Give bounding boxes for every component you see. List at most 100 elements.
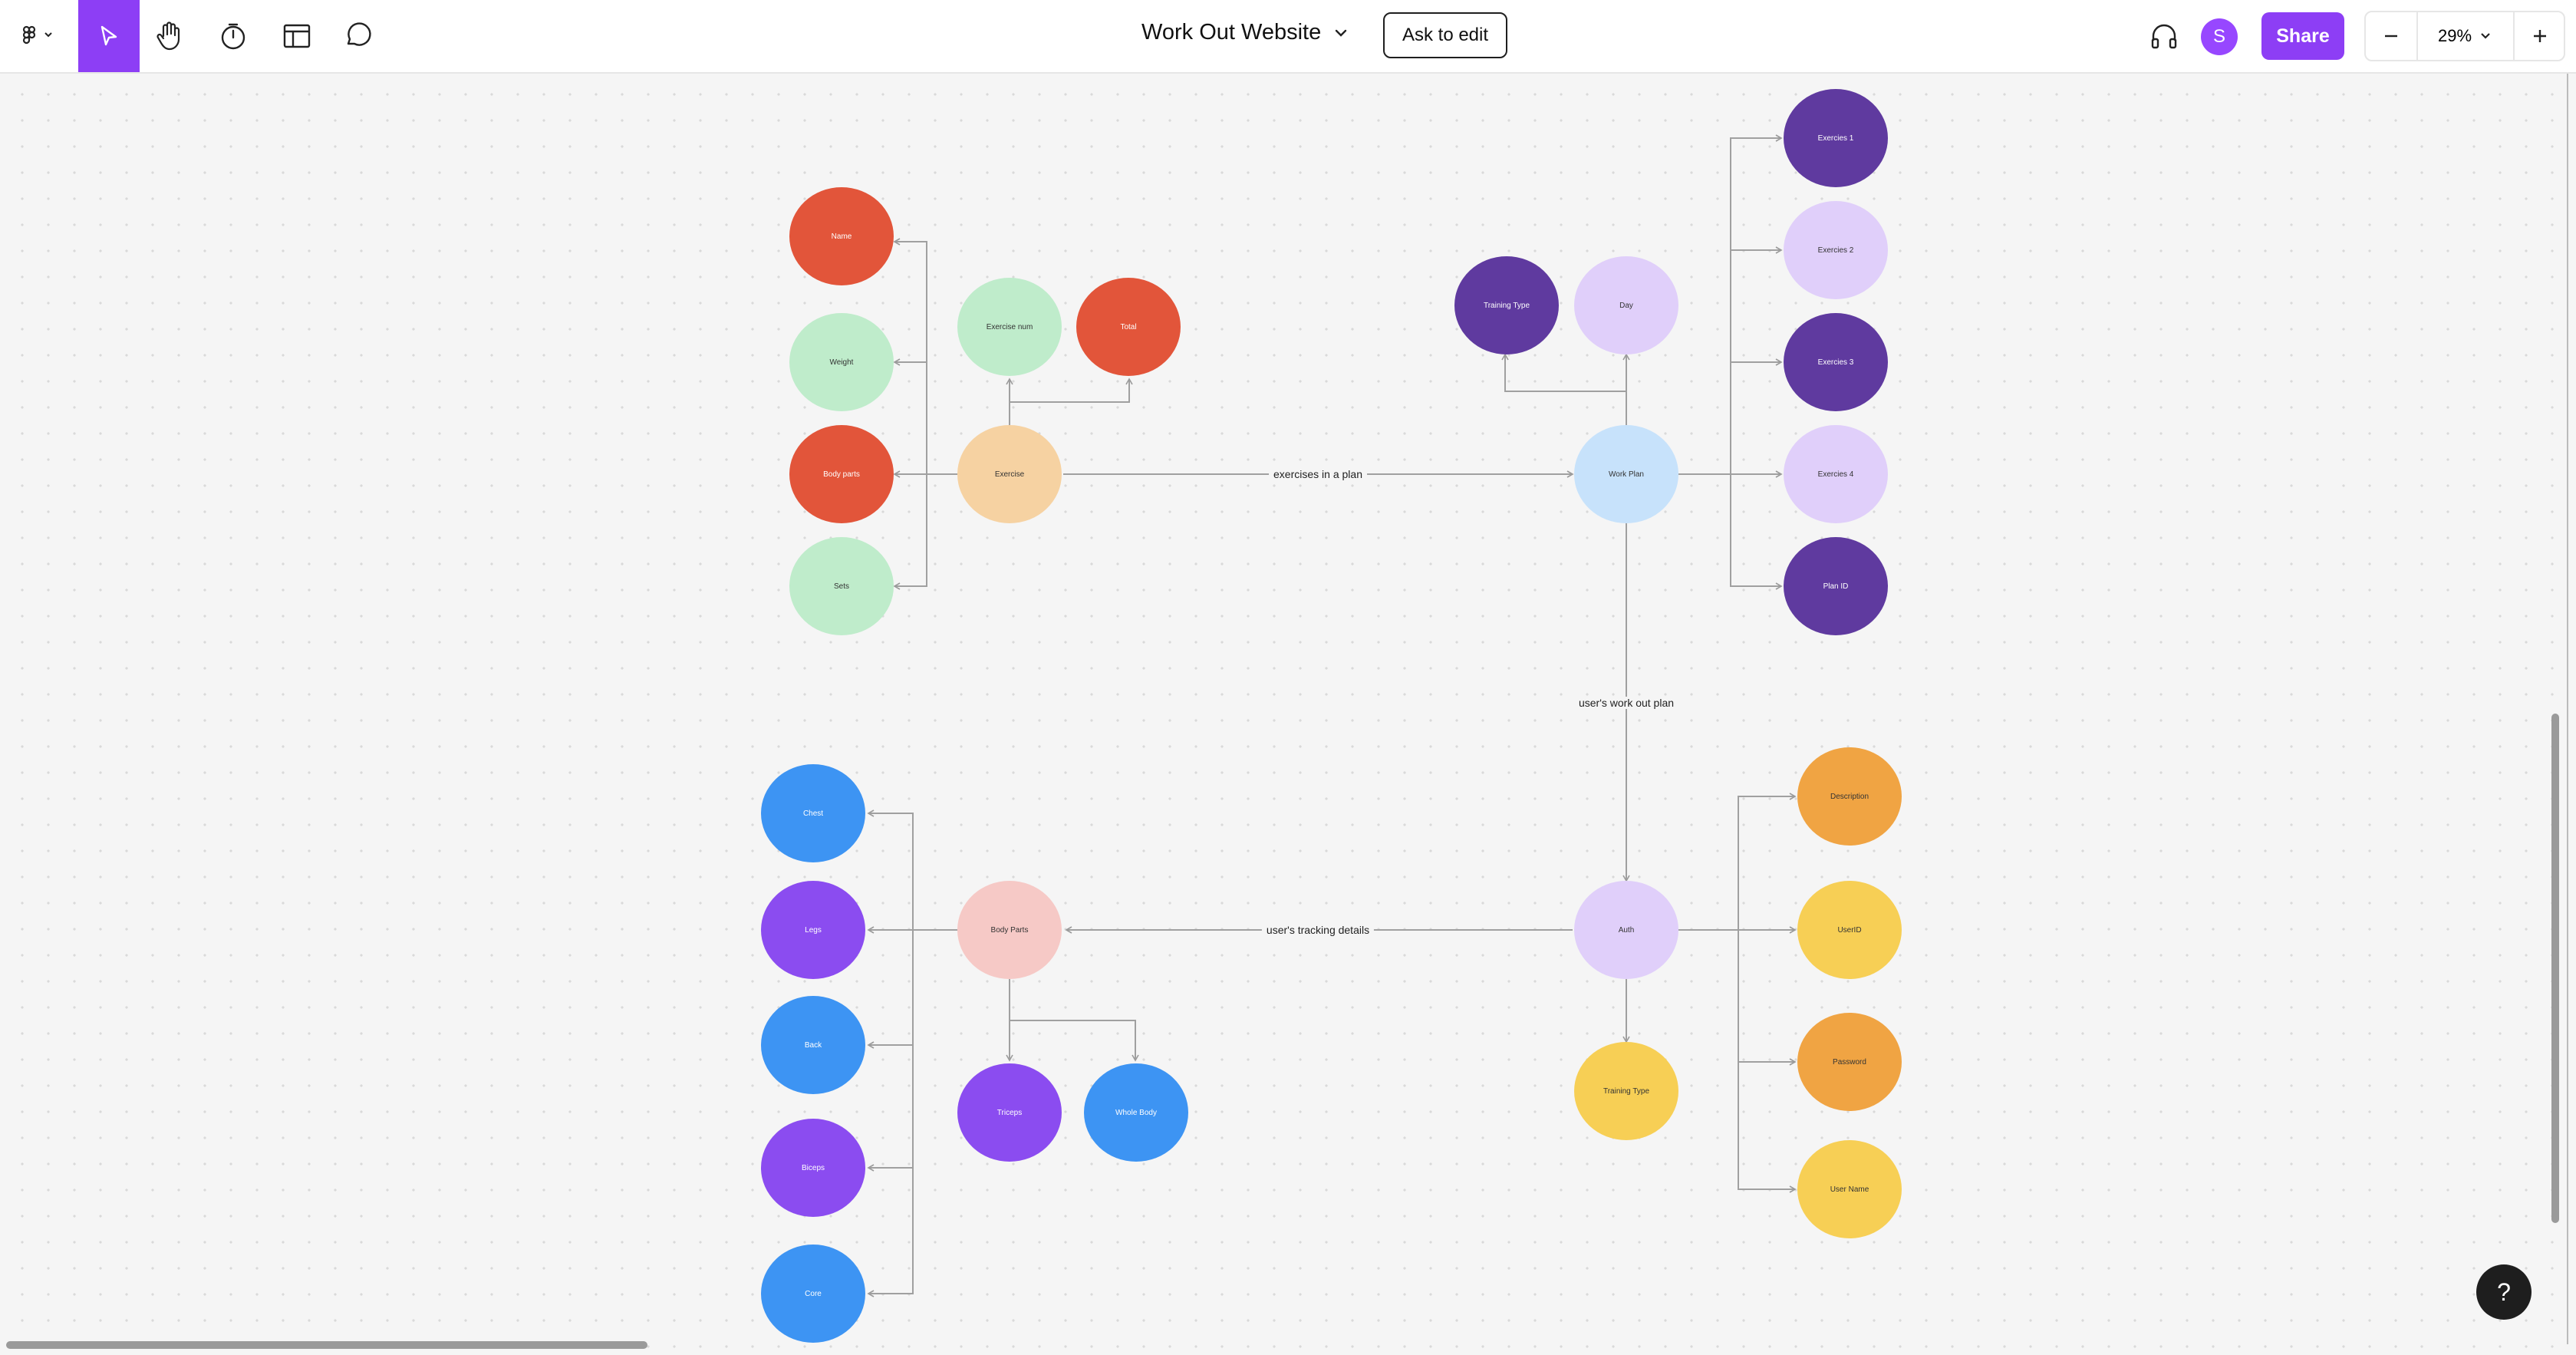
node-auth[interactable]: Auth <box>1574 881 1678 979</box>
node-weight[interactable]: Weight <box>789 313 894 411</box>
move-tool-button[interactable] <box>78 0 140 72</box>
edge-label-users-work-out-plan: user's work out plan <box>1573 697 1679 709</box>
zoom-controls: 29% <box>2364 11 2565 61</box>
edge-bodyparts-wholebody <box>1010 1020 1139 1062</box>
edge-exercise-weight <box>893 358 957 475</box>
edge-label-users-tracking-details: user's tracking details <box>1261 924 1375 936</box>
zoom-level: 29% <box>2437 26 2472 45</box>
node-description[interactable]: Description <box>1797 747 1902 846</box>
plus-icon <box>2534 30 2546 42</box>
node-label: Day <box>1619 301 1633 310</box>
node-exercise-num[interactable]: Exercise num <box>957 278 1062 376</box>
node-label: Exercise num <box>986 322 1033 331</box>
minus-icon <box>2385 35 2397 38</box>
node-biceps[interactable]: Biceps <box>761 1119 865 1217</box>
node-label: User Name <box>1830 1185 1869 1194</box>
node-label: Exercies 1 <box>1817 134 1854 143</box>
node-label: Training Type <box>1603 1086 1650 1096</box>
edge-workplan-planid <box>1678 473 1783 590</box>
edge-auth-username <box>1678 929 1797 1193</box>
edge-workplan-trainingtype <box>1501 353 1626 392</box>
node-body-parts-attr[interactable]: Body parts <box>789 425 894 523</box>
layout-icon <box>283 24 311 48</box>
node-exercise-3[interactable]: Exercies 3 <box>1784 313 1888 411</box>
edge-bodyparts-core <box>867 929 957 1297</box>
node-back[interactable]: Back <box>761 996 865 1094</box>
edge-auth-description <box>1678 793 1797 931</box>
diagram-canvas[interactable]: exercises in a plan user's work out plan… <box>0 74 2576 1355</box>
node-whole-body[interactable]: Whole Body <box>1084 1063 1188 1162</box>
node-label: Plan ID <box>1823 582 1849 591</box>
edge-exercise-total <box>1010 377 1133 403</box>
node-label: Chest <box>802 809 824 818</box>
node-label: Name <box>831 232 852 241</box>
vertical-scrollbar[interactable] <box>2551 714 2559 1223</box>
zoom-in-button[interactable] <box>2513 12 2565 60</box>
node-label: Triceps <box>996 1108 1023 1117</box>
node-triceps[interactable]: Triceps <box>957 1063 1062 1162</box>
node-sets[interactable]: Sets <box>789 537 894 635</box>
hand-tool-icon <box>156 21 180 51</box>
edge-workplan-ex3 <box>1678 358 1783 475</box>
node-exercise-2[interactable]: Exercies 2 <box>1784 201 1888 299</box>
canvas-right-edge <box>2567 74 2568 1344</box>
help-button[interactable]: ? <box>2476 1264 2532 1320</box>
figma-menu-button[interactable] <box>11 0 64 72</box>
node-plan-id[interactable]: Plan ID <box>1784 537 1888 635</box>
node-exercise-1[interactable]: Exercies 1 <box>1784 89 1888 187</box>
node-label: Training Type <box>1483 301 1530 310</box>
node-exercise[interactable]: Exercise <box>957 425 1062 523</box>
node-label: Password <box>1833 1057 1866 1067</box>
node-password[interactable]: Password <box>1797 1013 1902 1111</box>
node-chest[interactable]: Chest <box>761 764 865 862</box>
node-day[interactable]: Day <box>1574 256 1678 354</box>
node-legs[interactable]: Legs <box>761 881 865 979</box>
node-training-type-auth[interactable]: Training Type <box>1574 1042 1678 1140</box>
share-button[interactable]: Share <box>2261 12 2344 60</box>
layout-button[interactable] <box>278 0 316 72</box>
node-label: Body Parts <box>990 925 1029 935</box>
avatar[interactable]: S <box>2201 18 2238 55</box>
node-label: Biceps <box>801 1163 825 1172</box>
node-label: Body parts <box>823 470 860 479</box>
node-training-type-plan[interactable]: Training Type <box>1454 256 1559 354</box>
node-exercise-4[interactable]: Exercies 4 <box>1784 425 1888 523</box>
chevron-down-icon <box>1336 29 1347 37</box>
file-title-dropdown[interactable]: Work Out Website <box>1141 20 1349 45</box>
hand-tool-button[interactable] <box>150 0 189 72</box>
comment-button[interactable] <box>339 0 376 72</box>
node-label: Auth <box>1618 925 1635 935</box>
node-label: Exercise <box>994 470 1025 479</box>
node-label: Exercies 3 <box>1817 358 1854 367</box>
timer-button[interactable] <box>215 0 252 72</box>
edge-label-exercises-in-plan: exercises in a plan <box>1269 468 1367 480</box>
connector-lines <box>867 134 1797 1297</box>
top-toolbar: Work Out Website Ask to edit S Share 29% <box>0 0 2576 74</box>
audio-button[interactable] <box>2145 0 2183 72</box>
node-work-plan[interactable]: Work Plan <box>1574 425 1678 523</box>
node-user-id[interactable]: UserID <box>1797 881 1902 979</box>
file-title: Work Out Website <box>1141 20 1322 45</box>
node-body-parts[interactable]: Body Parts <box>957 881 1062 979</box>
edge-bodyparts-chest <box>867 809 957 931</box>
node-total[interactable]: Total <box>1076 278 1181 376</box>
zoom-level-dropdown[interactable]: 29% <box>2416 12 2513 60</box>
node-label: Back <box>804 1040 822 1050</box>
node-label: Legs <box>805 925 822 935</box>
node-label: Exercies 2 <box>1817 246 1854 255</box>
chevron-down-icon <box>2481 33 2490 39</box>
horizontal-scrollbar[interactable] <box>6 1341 647 1349</box>
node-label: Weight <box>829 358 854 367</box>
node-core[interactable]: Core <box>761 1245 865 1343</box>
ask-to-edit-button[interactable]: Ask to edit <box>1383 12 1507 58</box>
node-label: Total <box>1120 322 1137 331</box>
node-label: Whole Body <box>1115 1108 1157 1117</box>
node-label: Description <box>1830 792 1869 801</box>
zoom-out-button[interactable] <box>2366 12 2418 60</box>
node-name[interactable]: Name <box>789 187 894 285</box>
node-user-name[interactable]: User Name <box>1797 1140 1902 1238</box>
edge-exercise-sets <box>893 473 957 590</box>
figma-menu-icon <box>22 25 52 45</box>
node-label: Exercies 4 <box>1817 470 1854 479</box>
node-label: Core <box>805 1289 822 1298</box>
